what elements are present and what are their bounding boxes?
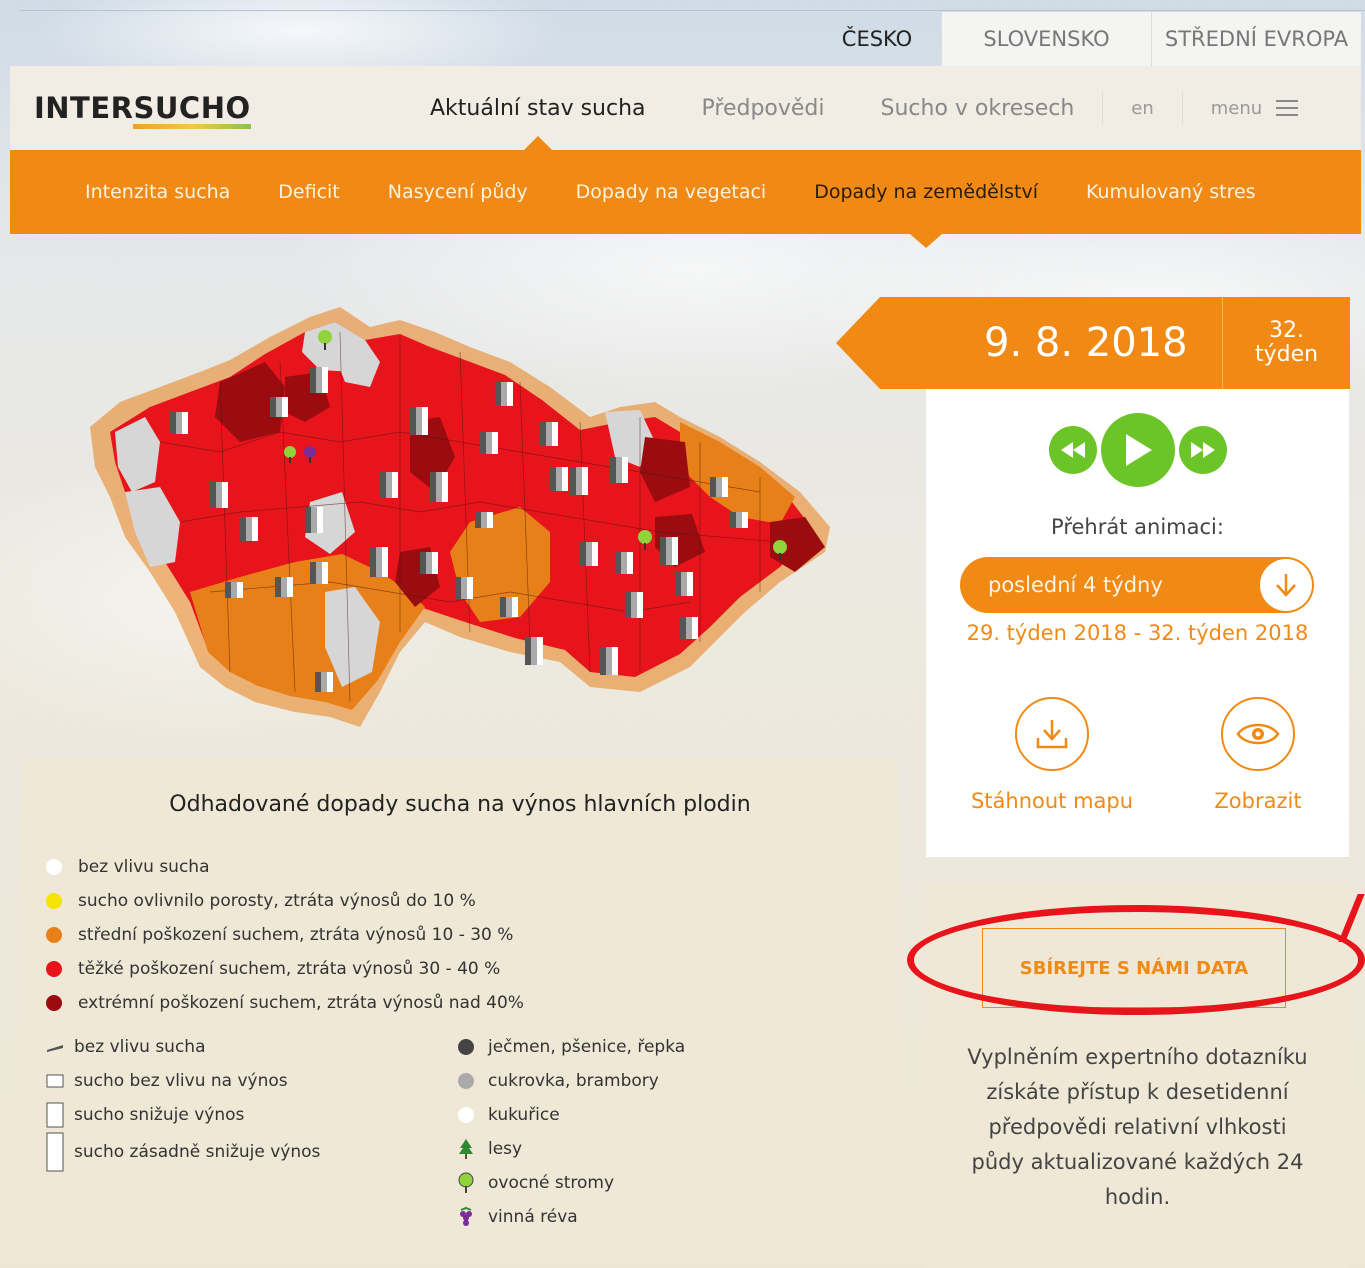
player-controls (926, 413, 1349, 487)
legend-class: střední poškození suchem, ztráta výnosů … (46, 918, 524, 952)
legend-crop: lesy (456, 1132, 685, 1166)
period-select[interactable]: poslední 4 týdny (960, 557, 1314, 613)
logo-part-2: SUCHO (133, 91, 251, 125)
site-header: INTERSUCHO Aktuální stav sucha Předpověd… (10, 66, 1361, 150)
legend-glyph: sucho zásadně snižuje výnos (46, 1132, 320, 1172)
play-icon (1125, 434, 1152, 466)
darkred-dot-icon (46, 995, 62, 1011)
animation-label: Přehrát animaci: (1051, 515, 1224, 539)
flat-bar-icon (46, 1042, 64, 1052)
subnav-intenzita-sucha[interactable]: Intenzita sucha (85, 150, 230, 234)
short-bar-icon (46, 1074, 64, 1088)
legend-glyph: bez vlivu sucha (46, 1030, 320, 1064)
medium-bar-icon (46, 1102, 64, 1128)
download-map-label: Stáhnout mapu (970, 789, 1134, 813)
current-date: 9. 8. 2018 (984, 320, 1188, 366)
legend-glyph: sucho snižuje výnos (46, 1098, 320, 1132)
legend-crop: ječmen, pšenice, řepka (456, 1030, 685, 1064)
animation-controls: Přehrát animaci: poslední 4 týdny 29. tý… (926, 389, 1349, 857)
fast-forward-icon (1190, 442, 1215, 458)
country-tabs: ČESKO SLOVENSKO STŘEDNÍ EVROPA (813, 12, 1361, 66)
subnav-nasyceni-pudy[interactable]: Nasycení půdy (388, 150, 528, 234)
nav-separator (1181, 91, 1183, 125)
czech-districts-map (90, 307, 830, 727)
legend-glyphs: bez vlivu sucha sucho bez vlivu na výnos… (46, 1030, 320, 1172)
period-select-value: poslední 4 týdny (988, 573, 1163, 597)
week-range: 29. týden 2018 - 32. týden 2018 (966, 621, 1309, 645)
legend-class: těžké poškození suchem, ztráta výnosů 30… (46, 952, 524, 986)
legend-crops: ječmen, pšenice, řepka cukrovka, brambor… (456, 1030, 685, 1234)
legend-class: extrémní poškození suchem, ztráta výnosů… (46, 986, 524, 1020)
view-action[interactable]: Zobrazit (1158, 697, 1358, 813)
subnav-dopady-na-vegetaci[interactable]: Dopady na vegetaci (576, 150, 767, 234)
orange-dot-icon (46, 927, 62, 943)
nav-separator (1102, 91, 1104, 125)
forward-button[interactable] (1178, 426, 1227, 474)
select-dropdown-button[interactable] (1260, 559, 1312, 611)
red-dot-icon (46, 961, 62, 977)
map-legend: Odhadované dopady sucha na výnos hlavníc… (22, 758, 898, 1250)
sub-nav: Intenzita sucha Deficit Nasycení půdy Do… (10, 150, 1361, 234)
grey-dot-icon (456, 1073, 476, 1089)
nav-aktualni-stav[interactable]: Aktuální stav sucha (430, 66, 646, 150)
tall-bar-icon (46, 1132, 64, 1172)
download-icon (1015, 697, 1089, 771)
menu-button[interactable]: menu (1210, 95, 1299, 121)
legend-crop: vinná réva (456, 1200, 685, 1234)
yellow-dot-icon (46, 893, 62, 909)
legend-title: Odhadované dopady sucha na výnos hlavníc… (169, 792, 751, 817)
view-label: Zobrazit (1214, 789, 1302, 813)
top-line (20, 10, 1365, 11)
arrow-down-icon (1276, 574, 1296, 597)
play-button[interactable] (1100, 413, 1175, 487)
legend-class: bez vlivu sucha (46, 850, 524, 884)
legend-crop: cukrovka, brambory (456, 1064, 685, 1098)
legend-classes: bez vlivu sucha sucho ovlivnilo porosty,… (46, 850, 524, 1020)
week-number: 32. (1269, 318, 1304, 343)
week-label: týden (1254, 342, 1319, 367)
subnav-kumulovany-stres[interactable]: Kumulovaný stres (1086, 150, 1256, 234)
logo-part-1: INTER (34, 91, 134, 125)
subnav-dopady-na-zemedelstvi[interactable]: Dopady na zemědělství (814, 150, 1038, 234)
hamburger-icon (1276, 95, 1299, 121)
menu-label: menu (1210, 97, 1263, 119)
subnav-deficit[interactable]: Deficit (278, 150, 339, 234)
eye-icon (1221, 697, 1295, 771)
nav-sucho-v-okresech[interactable]: Sucho v okresech (881, 66, 1075, 150)
download-map-action[interactable]: Stáhnout mapu (952, 697, 1152, 813)
language-switch[interactable]: en (1131, 98, 1153, 119)
white-dot-icon (456, 1107, 476, 1123)
legend-class: sucho ovlivnilo porosty, ztráta výnosů d… (46, 884, 524, 918)
drought-impact-map[interactable] (80, 292, 840, 732)
intersucho-logo[interactable]: INTERSUCHO (34, 91, 251, 125)
tree-icon (456, 1138, 476, 1160)
dark-dot-icon (456, 1039, 476, 1055)
main-nav: Aktuální stav sucha Předpovědi Sucho v o… (430, 66, 1299, 150)
week-box: 32. týden (1222, 297, 1350, 389)
data-card-text: Vyplněním expertního dotazníku získáte p… (967, 1045, 1308, 1209)
highlight-annotation (907, 905, 1365, 1015)
grape-icon (456, 1206, 476, 1228)
rewind-button[interactable] (1048, 426, 1097, 474)
tab-slovensko[interactable]: SLOVENSKO (941, 12, 1151, 66)
nav-predpovedi[interactable]: Předpovědi (702, 66, 825, 150)
tab-cesko[interactable]: ČESKO (813, 12, 941, 66)
date-banner: 9. 8. 2018 32. týden (836, 297, 1350, 389)
white-dot-icon (46, 859, 62, 875)
fruit-tree-icon (456, 1172, 476, 1194)
legend-glyph: sucho bez vlivu na výnos (46, 1064, 320, 1098)
tab-stredni-evropa[interactable]: STŘEDNÍ EVROPA (1151, 12, 1361, 66)
legend-crop: kukuřice (456, 1098, 685, 1132)
legend-crop: ovocné stromy (456, 1166, 685, 1200)
rewind-icon (1060, 442, 1085, 458)
